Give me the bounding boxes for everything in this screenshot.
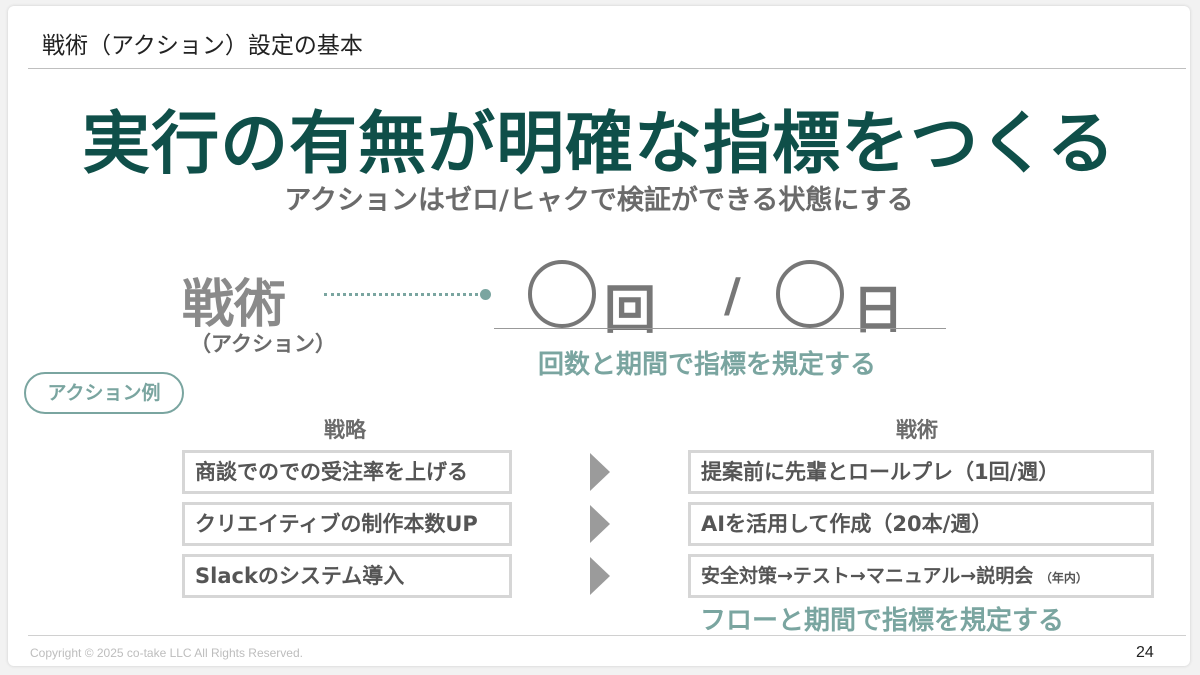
connector-dotted-line <box>324 293 484 296</box>
tactic-box: 安全対策→テスト→マニュアル→説明会 （年内） <box>688 554 1154 598</box>
connector-dot <box>480 289 491 300</box>
strategy-box: 商談でのでの受注率を上げる <box>182 450 512 494</box>
formula-label: 戦術 <box>182 275 287 335</box>
copyright: Copyright © 2025 co-take LLC All Rights … <box>30 646 303 660</box>
main-title: 実行の有無が明確な指標をつくる <box>82 105 1116 184</box>
period-placeholder-circle <box>776 260 844 328</box>
action-example-pill: アクション例 <box>24 372 184 414</box>
arrow-right-icon <box>590 453 610 491</box>
strategy-box: Slackのシステム導入 <box>182 554 512 598</box>
subtitle: アクションはゼロ/ヒャクで検証ができる状態にする <box>284 185 914 216</box>
slide: 戦術（アクション）設定の基本 実行の有無が明確な指標をつくる アクションはゼロ/… <box>8 6 1190 666</box>
arrow-right-icon <box>590 557 610 595</box>
formula-slash: / <box>724 268 741 322</box>
tactic-text: 安全対策→テスト→マニュアル→説明会 <box>701 565 1034 587</box>
period-unit: 日 <box>852 281 905 341</box>
bottom-caption: フローと期間で指標を規定する <box>700 606 1065 636</box>
tactic-box: 提案前に先輩とロールプレ（1回/週） <box>688 450 1154 494</box>
header-divider <box>28 68 1186 69</box>
strategy-column-header: 戦略 <box>324 418 366 442</box>
header-title: 戦術（アクション）設定の基本 <box>42 33 363 59</box>
formula-caption: 回数と期間で指標を規定する <box>538 350 877 380</box>
count-placeholder-circle <box>528 260 596 328</box>
footer-divider <box>28 635 1186 636</box>
formula-label-sub: （アクション） <box>190 332 336 356</box>
tactics-column-header: 戦術 <box>896 418 938 442</box>
formula-underline <box>494 328 946 329</box>
strategy-box: クリエイティブの制作本数UP <box>182 502 512 546</box>
count-unit: 回 <box>604 281 657 341</box>
arrow-right-icon <box>590 505 610 543</box>
page-number: 24 <box>1136 644 1154 661</box>
tactic-box: AIを活用して作成（20本/週） <box>688 502 1154 546</box>
tactic-note: （年内） <box>1039 571 1088 585</box>
